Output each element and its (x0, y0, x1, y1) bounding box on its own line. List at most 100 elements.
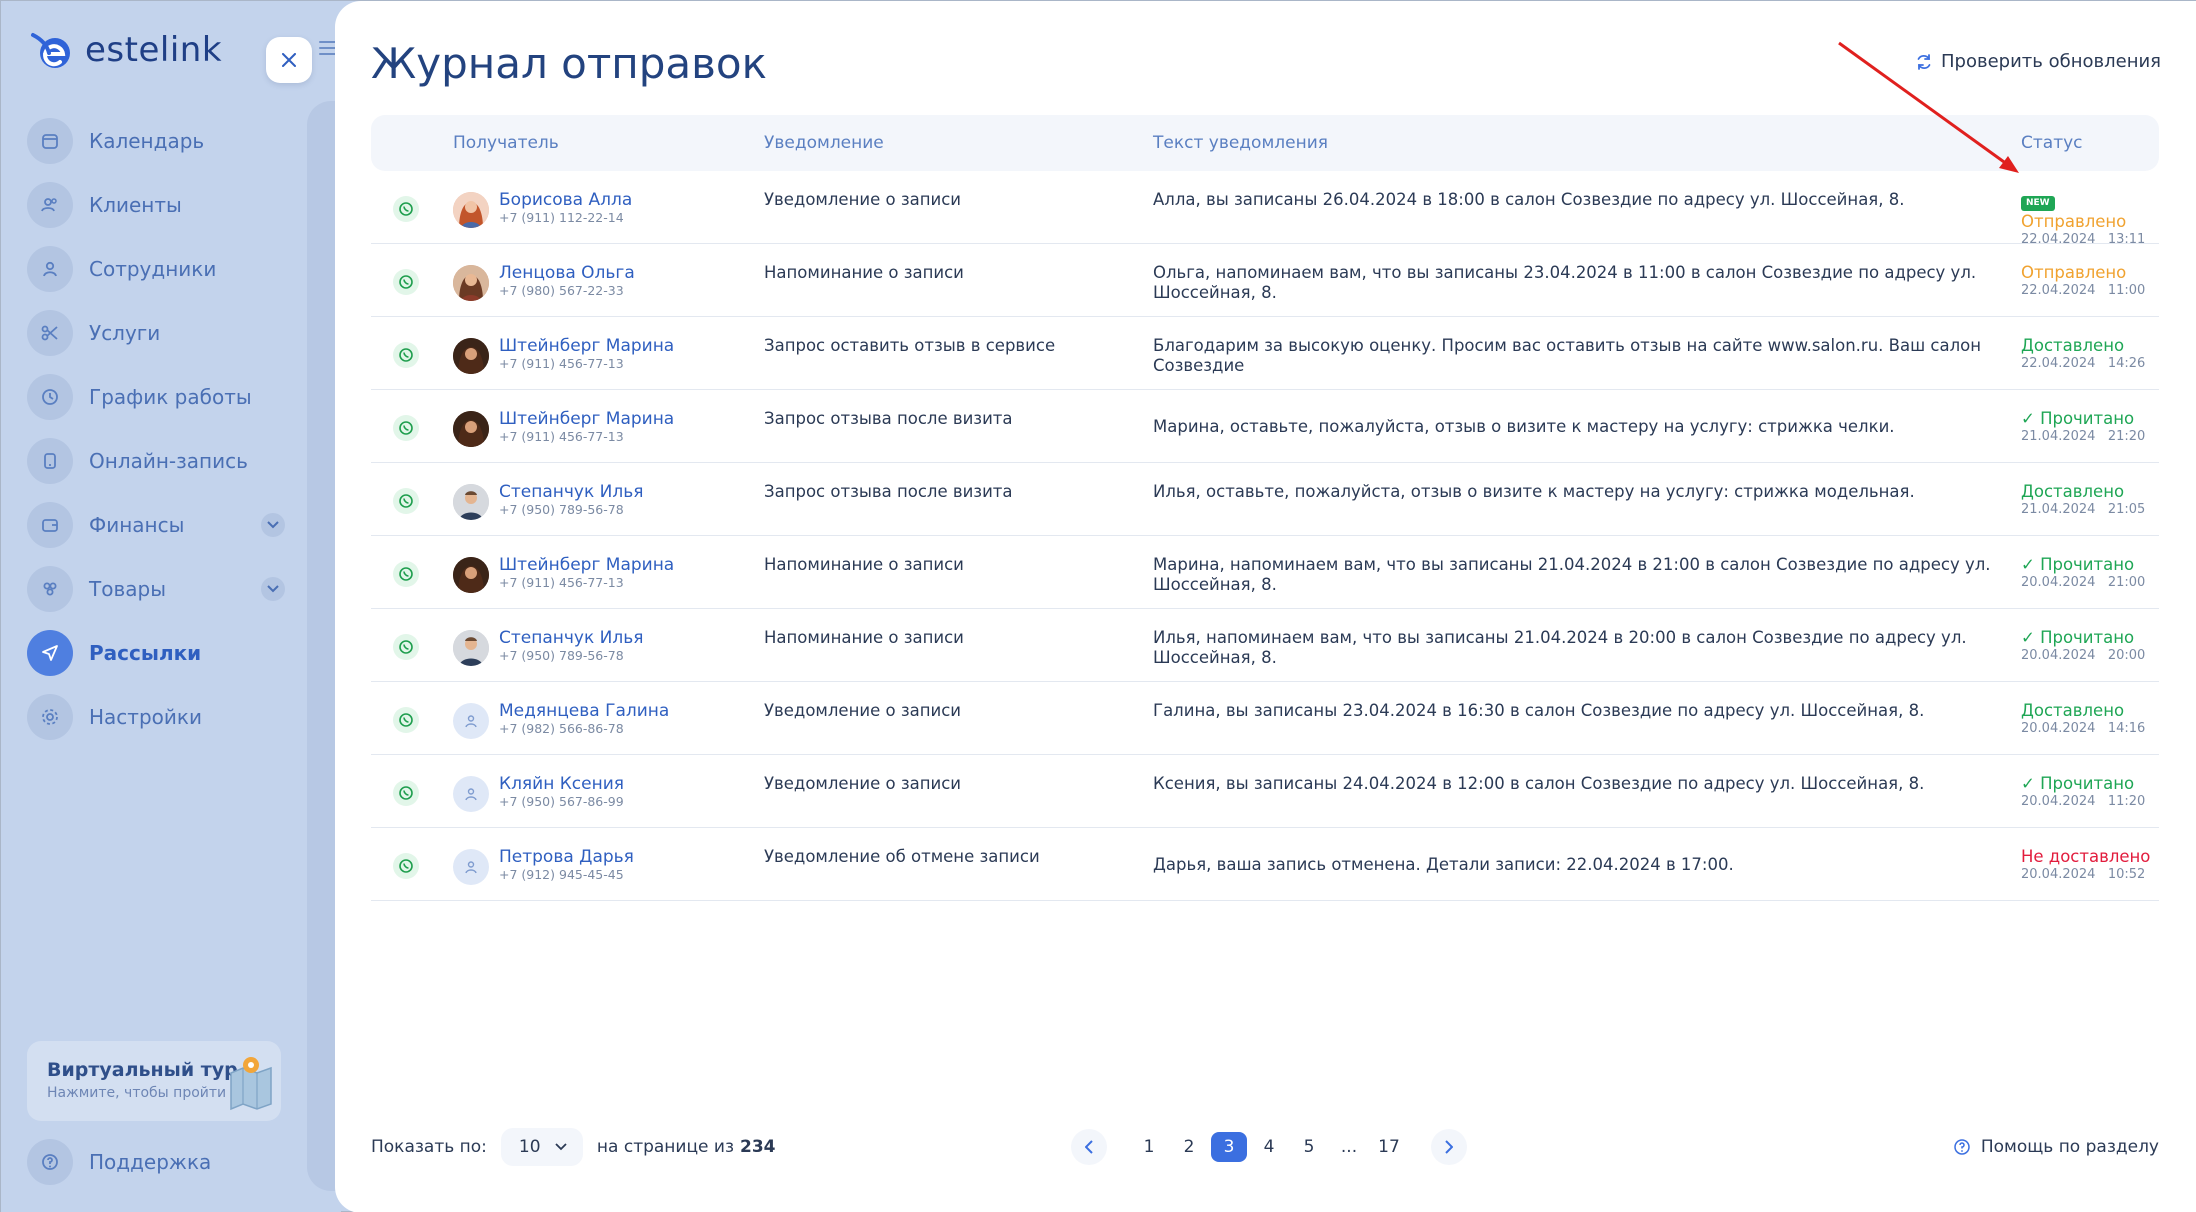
chevron-down-icon (554, 1143, 567, 1151)
chevron-down-icon[interactable] (261, 513, 285, 537)
notification-type: Уведомление о записи (764, 701, 962, 720)
whatsapp-icon (393, 634, 419, 660)
sidebar-item-label: Финансы (89, 513, 185, 537)
recipient-name[interactable]: Кляйн Ксения (499, 774, 624, 794)
table-header: Получатель Уведомление Текст уведомления… (371, 115, 2159, 171)
page-4[interactable]: 4 (1251, 1132, 1287, 1162)
column-header-text[interactable]: Текст уведомления (1153, 133, 2021, 153)
whatsapp-icon (393, 196, 419, 222)
per-page-value: 10 (518, 1137, 541, 1157)
logo-icon (31, 33, 70, 68)
page-17[interactable]: 17 (1371, 1132, 1407, 1162)
check-updates-button[interactable]: Проверить обновления (1915, 51, 2161, 72)
table-row[interactable]: Штейнберг Марина +7 (911) 456-77-13 Запр… (371, 317, 2159, 390)
sidebar-item-label: Клиенты (89, 193, 182, 217)
sidebar-item-label: Товары (89, 577, 166, 601)
per-page-control: Показать по: 10 на странице из 234 (371, 1127, 776, 1167)
wallet-icon (27, 502, 73, 548)
recipient-phone: +7 (912) 945-45-45 (499, 867, 624, 882)
support-link[interactable]: Поддержка (27, 1139, 211, 1185)
recipient-phone: +7 (911) 456-77-13 (499, 575, 624, 590)
sidebar-nav: Календарь Клиенты Сотрудники Услуги Граф… (27, 118, 285, 758)
close-icon (282, 53, 296, 67)
recipient-name[interactable]: Степанчук Илья (499, 482, 643, 502)
recipient-name[interactable]: Борисова Алла (499, 190, 632, 210)
status-date: 22.04.2024 11:00 (2021, 283, 2146, 298)
notification-text: Благодарим за высокую оценку. Просим вас… (1153, 336, 1982, 375)
main-panel: Журнал отправок Проверить обновления Пол… (335, 1, 2196, 1212)
close-sidebar-button[interactable] (266, 37, 312, 83)
status-label: ✓ Прочитано (2021, 409, 2135, 428)
sidebar-item-label: Рассылки (89, 641, 202, 665)
table-row[interactable]: Медянцева Галина +7 (982) 566-86-78 Увед… (371, 682, 2159, 755)
virtual-tour-card[interactable]: Виртуальный тур Нажмите, чтобы пройти (27, 1041, 281, 1121)
logo[interactable]: estelink (29, 27, 222, 73)
recipient-name[interactable]: Штейнберг Марина (499, 555, 674, 575)
recipient-name[interactable]: Степанчук Илья (499, 628, 643, 648)
sidebar-item-label: Сотрудники (89, 257, 217, 281)
column-header-status[interactable]: Статус (2021, 133, 2159, 153)
refresh-icon (1917, 53, 1931, 70)
next-page-button[interactable] (1431, 1129, 1467, 1165)
status-date: 21.04.2024 21:05 (2021, 502, 2146, 517)
table-row[interactable]: Штейнберг Марина +7 (911) 456-77-13 Напо… (371, 536, 2159, 609)
sidebar-item-finance[interactable]: Финансы (27, 502, 285, 548)
sidebar-item-staff[interactable]: Сотрудники (27, 246, 285, 292)
help-link[interactable]: Помощь по разделу (1953, 1127, 2159, 1167)
table-row[interactable]: Ленцова Ольга +7 (980) 567-22-33 Напомин… (371, 244, 2159, 317)
page-3-current[interactable]: 3 (1211, 1132, 1247, 1162)
sidebar-item-schedule[interactable]: График работы (27, 374, 285, 420)
sidebar-item-services[interactable]: Услуги (27, 310, 285, 356)
chevron-right-icon (1445, 1140, 1453, 1154)
sidebar-item-calendar[interactable]: Календарь (27, 118, 285, 164)
notification-type: Запрос отзыва после визита (764, 409, 1013, 428)
notification-type: Запрос оставить отзыв в сервисе (764, 336, 1056, 355)
recipient-name[interactable]: Штейнберг Марина (499, 336, 674, 356)
recipient-name[interactable]: Штейнберг Марина (499, 409, 674, 429)
avatar (453, 265, 489, 301)
page-title: Журнал отправок (371, 39, 767, 88)
recipient-name[interactable]: Ленцова Ольга (499, 263, 635, 283)
recipient-phone: +7 (950) 789-56-78 (499, 648, 624, 663)
column-header-recipient[interactable]: Получатель (453, 133, 764, 153)
recipient-phone: +7 (911) 112-22-14 (499, 210, 624, 225)
user-icon (465, 788, 477, 801)
sidebar-item-online-booking[interactable]: Онлайн-запись (27, 438, 285, 484)
table-row[interactable]: Штейнберг Марина +7 (911) 456-77-13 Запр… (371, 390, 2159, 463)
sidebar-item-settings[interactable]: Настройки (27, 694, 285, 740)
sidebar-item-label: Настройки (89, 705, 202, 729)
table-row[interactable]: Степанчук Илья +7 (950) 789-56-78 Запрос… (371, 463, 2159, 536)
notification-type: Напоминание о записи (764, 555, 964, 574)
table-row[interactable]: Петрова Дарья +7 (912) 945-45-45 Уведомл… (371, 828, 2159, 901)
recipient-name[interactable]: Медянцева Галина (499, 701, 669, 721)
table-row[interactable]: Борисова Алла +7 (911) 112-22-14 Уведомл… (371, 171, 2159, 247)
avatar-placeholder (453, 776, 489, 812)
clock-icon (27, 374, 73, 420)
status-label: Не доставлено (2021, 847, 2151, 866)
page-5[interactable]: 5 (1291, 1132, 1327, 1162)
app-window: estelink Календарь Клиенты Сотрудники Ус… (0, 0, 2196, 1212)
sidebar-item-mailings[interactable]: Рассылки (27, 630, 285, 676)
scissors-icon (27, 310, 73, 356)
sidebar-item-label: Онлайн-запись (89, 449, 248, 473)
sidebar-item-clients[interactable]: Клиенты (27, 182, 285, 228)
check-updates-label: Проверить обновления (1941, 51, 2161, 72)
chevron-down-icon[interactable] (261, 577, 285, 601)
whatsapp-icon (393, 488, 419, 514)
recipient-name[interactable]: Петрова Дарья (499, 847, 634, 867)
status-date: 20.04.2024 21:00 (2021, 575, 2146, 590)
sidebar-item-products[interactable]: Товары (27, 566, 285, 612)
per-page-select[interactable]: 10 (500, 1128, 583, 1166)
status-label: Отправлено (2021, 212, 2127, 231)
notification-type: Напоминание о записи (764, 263, 964, 282)
status-label: ✓ Прочитано (2021, 628, 2135, 647)
pagination: 1 2 3 4 5 ... 17 (1071, 1127, 1467, 1167)
user-icon (465, 715, 477, 728)
page-1[interactable]: 1 (1131, 1132, 1167, 1162)
table-row[interactable]: Степанчук Илья +7 (950) 789-56-78 Напоми… (371, 609, 2159, 682)
table-row[interactable]: Кляйн Ксения +7 (950) 567-86-99 Уведомле… (371, 755, 2159, 828)
column-header-notification[interactable]: Уведомление (764, 133, 1153, 153)
prev-page-button[interactable] (1071, 1129, 1107, 1165)
notification-text: Дарья, ваша запись отменена. Детали запи… (1153, 855, 1734, 874)
page-2[interactable]: 2 (1171, 1132, 1207, 1162)
